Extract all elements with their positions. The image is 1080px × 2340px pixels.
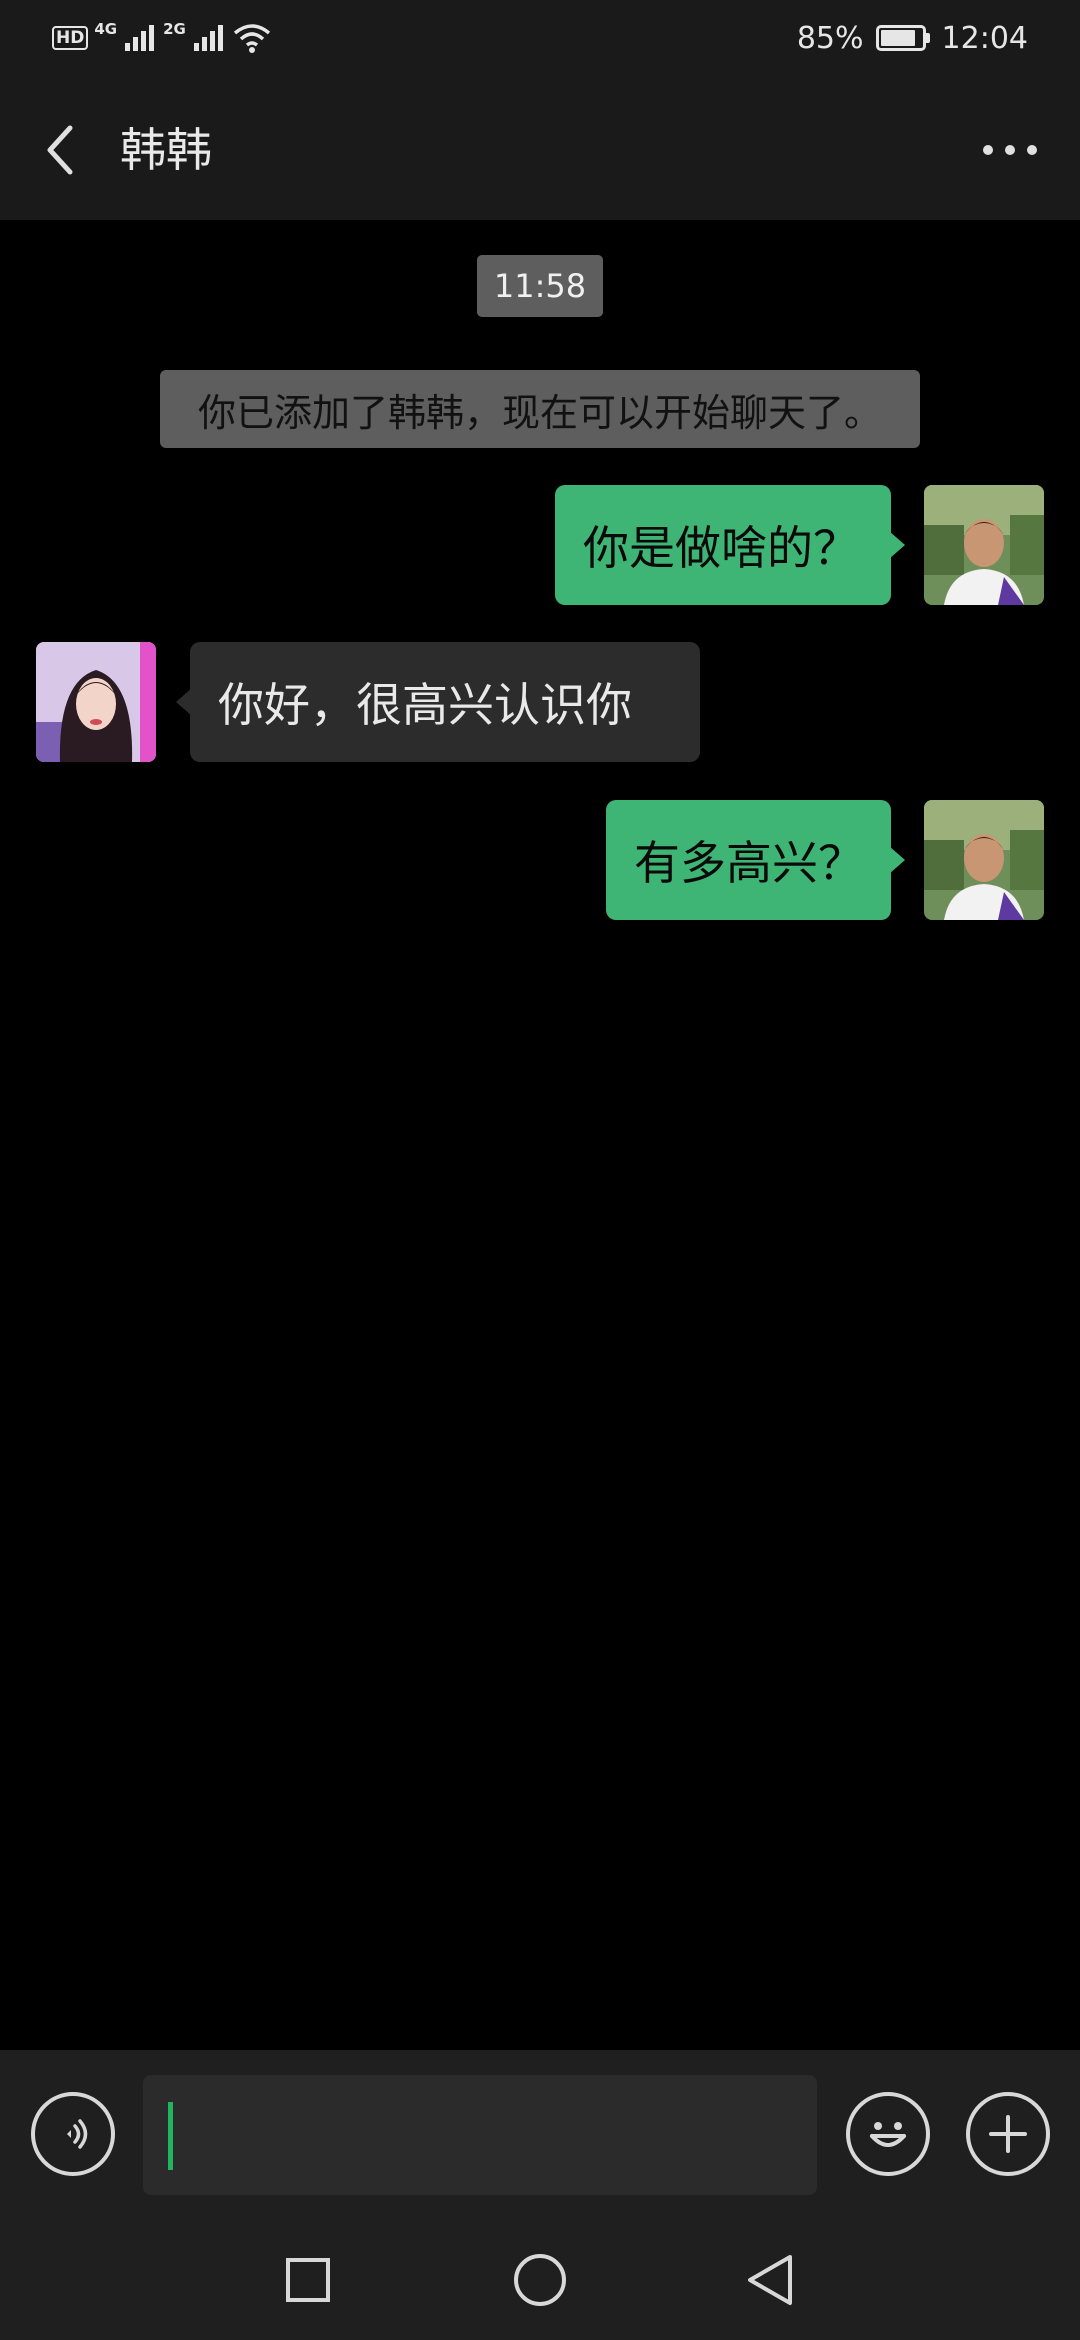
message-text: 你好，很高兴认识你	[218, 678, 632, 732]
more-features-button[interactable]	[966, 2092, 1050, 2176]
signal-icon	[193, 25, 223, 51]
circle-icon	[514, 2254, 566, 2306]
more-dots-icon	[983, 145, 1037, 155]
system-message: 你已添加了韩韩，现在可以开始聊天了。	[160, 370, 920, 448]
male-avatar-photo	[924, 485, 1044, 605]
status-right: 85% 12:04	[797, 18, 1028, 58]
emoji-button[interactable]	[846, 2092, 930, 2176]
text-cursor	[168, 2102, 173, 2170]
plus-icon	[989, 2115, 1027, 2153]
system-navigation-bar	[0, 2220, 1080, 2340]
message-timestamp: 11:58	[477, 255, 603, 317]
square-icon	[286, 2258, 330, 2302]
triangle-back-icon	[748, 2255, 792, 2305]
incoming-message[interactable]: 你好，很高兴认识你	[176, 642, 700, 762]
signal-icon	[125, 25, 155, 51]
female-avatar-photo	[36, 642, 156, 762]
status-left: HD 4G 2G	[52, 18, 272, 58]
message-text: 你是做啥的？	[583, 521, 859, 575]
message-input[interactable]	[143, 2075, 817, 2195]
battery-percent: 85%	[796, 20, 864, 56]
message-list[interactable]: 11:58 你已添加了韩韩，现在可以开始聊天了。 你是做啥的？ 你好，很高兴认识…	[0, 220, 1080, 2050]
my-avatar[interactable]	[924, 800, 1044, 920]
voice-button[interactable]	[31, 2092, 115, 2176]
emoji-icon	[870, 2122, 906, 2147]
chevron-left-icon	[47, 125, 73, 175]
network-type-2: 2G	[163, 20, 186, 38]
nav-back-button[interactable]	[740, 2250, 800, 2310]
chat-header: 韩韩	[0, 75, 1080, 220]
my-avatar[interactable]	[924, 485, 1044, 605]
chat-title: 韩韩	[120, 123, 212, 177]
outgoing-message[interactable]: 有多高兴？	[606, 800, 905, 920]
clock: 12:04	[941, 20, 1028, 56]
wifi-icon	[233, 24, 270, 53]
status-bar: HD 4G 2G 85% 12:04	[0, 0, 1080, 75]
input-bar	[0, 2050, 1080, 2220]
more-button[interactable]	[970, 115, 1050, 185]
hd-badge: HD	[52, 26, 89, 50]
back-button[interactable]	[30, 115, 90, 185]
network-type-1: 4G	[94, 20, 118, 38]
contact-avatar[interactable]	[36, 642, 156, 762]
battery-icon	[875, 25, 930, 51]
male-avatar-photo	[924, 800, 1044, 920]
voice-icon	[67, 2119, 88, 2149]
home-button[interactable]	[510, 2250, 570, 2310]
recents-button[interactable]	[278, 2250, 338, 2310]
chat-screen: HD 4G 2G 85% 12:04 韩韩 11:58 你已添加了韩韩，现在可以…	[0, 0, 1080, 2340]
outgoing-message[interactable]: 你是做啥的？	[555, 485, 905, 605]
message-text: 有多高兴？	[634, 836, 864, 890]
